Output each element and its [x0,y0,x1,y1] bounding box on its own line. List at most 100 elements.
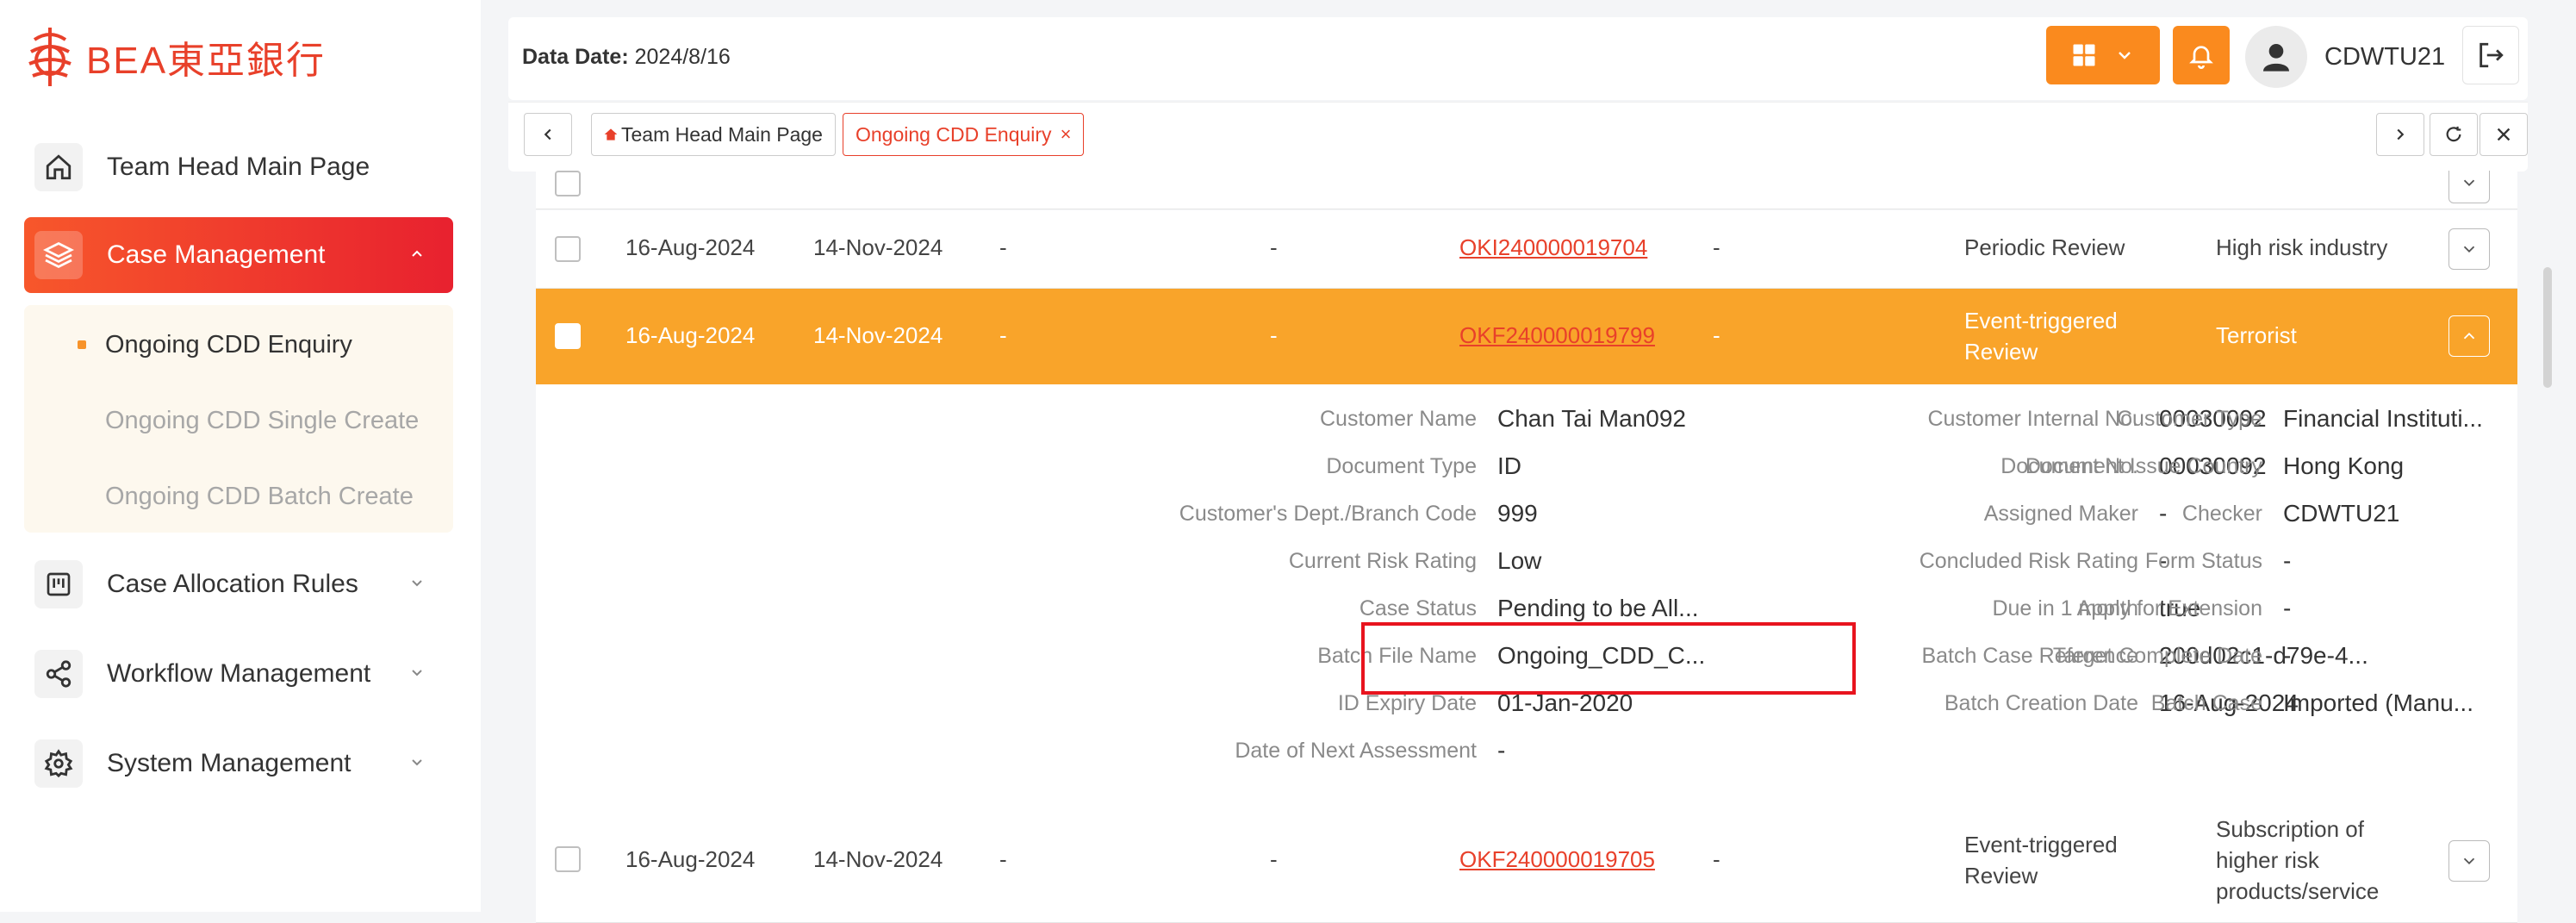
detail-value: - [2159,500,2168,527]
detail-value: Imported (Manu... [2283,689,2473,716]
home-icon [604,128,618,140]
case-number-link[interactable]: OKF240000019705 [1459,846,1655,873]
chevron-down-icon [2463,858,2475,865]
table-row-selected[interactable]: 16-Aug-2024 14-Nov-2024 - - OKF240000019… [536,289,2517,384]
sidebar-item-workflow-management[interactable]: Workflow Management [24,636,453,712]
table-cell: - [999,322,1007,348]
detail-value: 999 [1497,500,1538,527]
refresh-icon [2446,126,2461,142]
sidebar: BEA東亞銀行 Team Head Main Page Case Managem… [0,0,481,912]
detail-label: Customer Internal No. [1927,407,2138,431]
tab-label: Ongoing CDD Enquiry [856,122,1052,146]
detail-value: - [2283,547,2292,574]
table-cell: - [999,846,1007,872]
detail-label: ID Expiry Date [1337,691,1477,715]
vertical-scrollbar[interactable] [2543,267,2552,388]
sidebar-item-case-management[interactable]: Case Management [24,217,453,293]
table-cell: 14-Nov-2024 [813,846,943,872]
detail-label: Customer's Dept./Branch Code [1179,502,1477,526]
collapse-row-button[interactable] [2448,315,2490,357]
table-cell: - [1270,322,1278,348]
table-row[interactable] [536,171,2517,209]
table-cell: - [1713,322,1720,348]
row-checkbox[interactable] [555,236,581,262]
sidebar-item-label: Workflow Management [107,659,371,688]
detail-label: Concluded Risk Rating [1919,549,2138,573]
chevron-up-icon [412,250,422,257]
detail-label: Checker [2181,502,2262,526]
notifications-button[interactable] [2173,26,2230,84]
refresh-button[interactable] [2430,113,2478,156]
detail-label: Case Status [1359,596,1477,621]
chevron-down-icon [412,580,422,587]
chevron-down-icon [2463,179,2475,187]
detail-label: Customer Name [1320,407,1477,431]
bell-icon [2189,46,2213,69]
rules-icon [34,560,83,608]
highlight-callout-box [1361,622,1856,695]
share-icon [34,650,83,698]
row-checkbox[interactable] [555,171,581,196]
case-number-link[interactable]: OKF240000019799 [1459,322,1655,349]
sidebar-item-system-management[interactable]: System Management [24,726,453,801]
case-number-link[interactable]: OKI240000019704 [1459,234,1647,261]
chevron-down-icon [2463,246,2475,253]
sidebar-item-case-allocation-rules[interactable]: Case Allocation Rules [24,546,453,622]
sidebar-item-label: Team Head Main Page [107,153,370,181]
username: CDWTU21 [2324,43,2446,71]
apps-menu-button[interactable] [2046,26,2160,84]
table-cell: Subscription of higher risk products/ser… [2216,816,2380,904]
detail-label: Customer Type [2116,407,2262,431]
logout-button[interactable] [2462,26,2519,84]
table-cell: Event-triggered Review [1964,308,2118,365]
table-cell: 14-Nov-2024 [813,234,943,260]
detail-value: - [2283,642,2292,669]
bea-logo[interactable]: BEA東亞銀行 [26,26,326,88]
active-indicator [78,340,86,349]
detail-label: Assigned Maker [1983,502,2138,526]
row-checkbox[interactable] [555,846,581,872]
table-cell: - [999,234,1007,260]
data-date-value: 2024/8/16 [634,45,731,69]
case-management-submenu: Ongoing CDD Enquiry Ongoing CDD Single C… [24,305,453,533]
submenu-item-ongoing-cdd-batch-create[interactable]: Ongoing CDD Batch Create [105,483,414,511]
expand-row-button[interactable] [2448,228,2490,270]
tabs-scroll-right-button[interactable] [2376,113,2424,156]
table-cell: Periodic Review [1964,234,2125,260]
home-icon [34,143,83,191]
table-cell: Terrorist [2216,322,2297,348]
table-cell: - [1270,846,1278,872]
sidebar-item-team-head-main-page[interactable]: Team Head Main Page [24,129,453,205]
table-cell: - [1713,846,1720,872]
detail-label: Form Status [2144,549,2262,573]
submenu-item-ongoing-cdd-single-create[interactable]: Ongoing CDD Single Create [105,407,419,435]
table-row[interactable]: 16-Aug-2024 14-Nov-2024 - - OKI240000019… [536,210,2517,289]
detail-label: Date of Next Assessment [1235,739,1477,763]
chevron-down-icon [2119,52,2131,59]
tab-ongoing-cdd-enquiry[interactable]: Ongoing CDD Enquiry × [843,113,1085,156]
grid-icon [2073,44,2095,66]
row-checkbox[interactable] [555,323,581,349]
detail-value: - [1497,737,1506,764]
detail-value: Financial Instituti... [2283,405,2483,432]
detail-label: Current Risk Rating [1288,549,1477,573]
close-icon[interactable]: × [1061,123,1072,146]
top-header: Data Date: 2024/8/16 CDWTU21 [508,17,2528,100]
expand-row-button[interactable] [2448,171,2490,203]
sidebar-item-label: System Management [107,749,352,777]
avatar[interactable] [2245,26,2307,88]
detail-value: - [2283,595,2292,621]
submenu-item-ongoing-cdd-enquiry[interactable]: Ongoing CDD Enquiry [105,331,352,359]
layers-icon [34,231,83,279]
table-cell: - [1270,234,1278,260]
detail-label: Document Type [1326,454,1477,478]
table-row[interactable]: 16-Aug-2024 14-Nov-2024 - - OKF240000019… [536,796,2517,923]
chevron-up-icon [2463,332,2475,340]
sidebar-item-label: Case Allocation Rules [107,570,358,598]
close-all-tabs-button[interactable] [2480,113,2528,156]
table-cell: 16-Aug-2024 [625,846,756,872]
tab-team-head-main-page[interactable]: Team Head Main Page [591,113,836,156]
expand-row-button[interactable] [2448,840,2490,882]
tabs-scroll-left-button[interactable] [524,113,572,156]
detail-label: Document Issue Country [2025,454,2262,478]
